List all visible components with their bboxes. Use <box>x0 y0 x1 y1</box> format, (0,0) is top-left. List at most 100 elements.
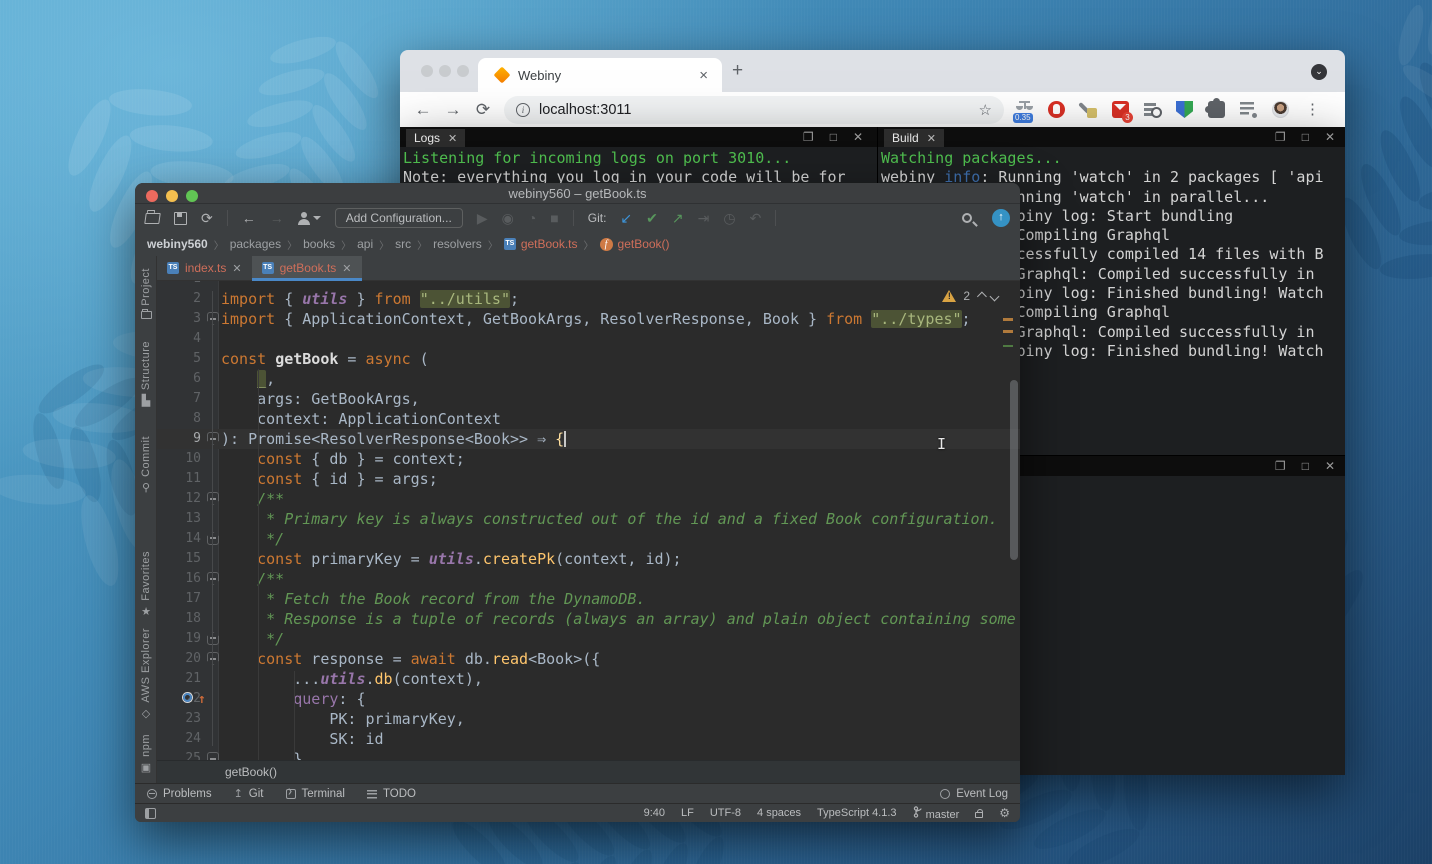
breadcrumb-item-getbook[interactable]: fgetBook() <box>600 237 670 251</box>
colorpicker-icon[interactable] <box>1080 101 1097 118</box>
code-line-7[interactable]: 7 args: GetBookArgs, <box>157 389 1020 409</box>
open-folder-icon[interactable] <box>144 213 161 224</box>
site-info-icon[interactable]: i <box>516 103 530 117</box>
update-available-icon[interactable]: ↑ <box>992 209 1010 227</box>
float-icon[interactable]: ❐ <box>803 130 814 144</box>
toolwindow-button-terminal[interactable]: Terminal <box>286 788 345 800</box>
status-item-4[interactable]: TypeScript 4.1.3 <box>817 807 897 819</box>
editor-scrollbar[interactable] <box>1010 380 1018 560</box>
sync-icon[interactable]: ⟳ <box>201 210 213 226</box>
window-close-button[interactable] <box>421 65 433 77</box>
fold-marker[interactable] <box>207 752 219 760</box>
next-warning-icon[interactable] <box>990 291 1000 301</box>
git-commit-icon[interactable]: ✔ <box>646 210 658 226</box>
git-push-icon[interactable]: ↗ <box>672 210 684 226</box>
warning-stripe-mark[interactable] <box>1003 318 1013 321</box>
logs-tab[interactable]: Logs ✕ <box>406 129 465 147</box>
add-configuration-button[interactable]: Add Configuration... <box>335 208 463 228</box>
chrome-menu-icon[interactable]: ⋮ <box>1304 101 1321 118</box>
override-marker-icon[interactable] <box>183 693 192 702</box>
write-access-lock-icon[interactable] <box>975 812 983 818</box>
close-icon[interactable]: ✕ <box>1325 459 1335 473</box>
fold-marker[interactable] <box>207 492 219 505</box>
float-icon[interactable]: ❐ <box>1275 459 1286 473</box>
inspection-profile-icon[interactable]: ⚙ <box>999 806 1010 820</box>
fold-marker[interactable] <box>207 652 219 665</box>
code-line-21[interactable]: 21 ...utils.db(context), <box>157 669 1020 689</box>
debug-icon[interactable]: ◉ <box>502 210 514 226</box>
status-item-2[interactable]: UTF-8 <box>710 807 741 819</box>
code-line-13[interactable]: 13 * Primary key is always constructed o… <box>157 509 1020 529</box>
close-icon[interactable]: ✕ <box>1325 130 1335 144</box>
sidebar-item-favorites[interactable]: Favorites★ <box>135 551 157 618</box>
maximize-icon[interactable]: □ <box>1302 459 1309 473</box>
code-line-20[interactable]: 20 const response = await db.read<Book>(… <box>157 649 1020 669</box>
warning-stripe-mark[interactable] <box>1003 330 1013 333</box>
ide-minimize-button[interactable] <box>166 190 178 202</box>
window-minimize-button[interactable] <box>439 65 451 77</box>
code-line-15[interactable]: 15 const primaryKey = utils.createPk(con… <box>157 549 1020 569</box>
code-line-25[interactable]: 25 } <box>157 749 1020 760</box>
inspection-widget[interactable]: 2 <box>942 289 998 303</box>
deploy-pane-controls[interactable]: ❐ □ ✕ <box>1275 459 1335 473</box>
toolwindow-button-git[interactable]: ↥Git <box>234 787 264 800</box>
breadcrumb-item-books[interactable]: books <box>303 237 335 251</box>
search-everywhere-icon[interactable] <box>962 213 972 223</box>
code-line-3[interactable]: 3import { ApplicationContext, GetBookArg… <box>157 309 1020 329</box>
breadcrumb-item-resolvers[interactable]: resolvers <box>433 237 482 251</box>
code-line-12[interactable]: 12 /** <box>157 489 1020 509</box>
tool-window-toggle-icon[interactable] <box>145 808 156 819</box>
navigate-forward-icon[interactable]: → <box>270 210 284 226</box>
context-bar[interactable]: getBook() <box>157 760 1020 783</box>
sidebar-item-commit[interactable]: Commit⚲ <box>135 436 157 494</box>
navigate-back-icon[interactable]: ← <box>242 210 256 226</box>
code-line-17[interactable]: 17 * Fetch the Book record from the Dyna… <box>157 589 1020 609</box>
window-zoom-button[interactable] <box>457 65 469 77</box>
gmail-icon[interactable]: 3 <box>1112 101 1129 118</box>
change-stripe-mark[interactable] <box>1003 345 1013 347</box>
code-line-10[interactable]: 10 const { db } = context; <box>157 449 1020 469</box>
build-pane-controls[interactable]: ❐□✕ <box>1275 130 1335 144</box>
seo-tool-icon[interactable] <box>1144 101 1161 118</box>
code-line-14[interactable]: 14 */ <box>157 529 1020 549</box>
extensions-puzzle-icon[interactable] <box>1208 101 1225 118</box>
history-clock-icon[interactable]: ◷ <box>723 210 735 226</box>
bookmark-star-icon[interactable]: ☆ <box>979 101 992 119</box>
profile-avatar[interactable] <box>1272 101 1289 118</box>
code-line-2[interactable]: 2import { utils } from "../utils"; <box>157 289 1020 309</box>
stop-icon[interactable]: ■ <box>550 210 558 226</box>
maximize-icon[interactable]: □ <box>1302 130 1309 144</box>
tab-close-icon[interactable]: ✕ <box>232 262 241 275</box>
code-line-24[interactable]: 24 SK: id <box>157 729 1020 749</box>
fold-marker[interactable] <box>207 572 219 585</box>
build-tab[interactable]: Build ✕ <box>884 129 944 147</box>
status-item-0[interactable]: 9:40 <box>644 807 665 819</box>
ide-titlebar[interactable]: webiny560 – getBook.ts <box>135 183 1020 204</box>
password-shield-icon[interactable] <box>1176 101 1193 118</box>
rollback-icon[interactable]: ↶ <box>750 210 762 226</box>
build-tab-close-icon[interactable]: ✕ <box>927 132 936 145</box>
sidebar-item-npm[interactable]: npm▣ <box>135 734 157 774</box>
browser-tab[interactable]: Webiny × <box>478 58 722 92</box>
code-line-16[interactable]: 16 /** <box>157 569 1020 589</box>
back-icon[interactable]: ← <box>408 100 438 120</box>
status-item-3[interactable]: 4 spaces <box>757 807 801 819</box>
sidebar-item-project[interactable]: Project <box>135 268 157 319</box>
logs-pane-controls[interactable]: ❐□✕ <box>803 130 863 144</box>
breadcrumb-item-api[interactable]: api <box>357 237 373 251</box>
reload-icon[interactable]: ⟳ <box>468 100 498 120</box>
breadcrumb-item-webiny560[interactable]: webiny560 <box>147 237 208 251</box>
code-line-23[interactable]: 23 PK: primaryKey, <box>157 709 1020 729</box>
coverage-icon[interactable]: ◔ <box>528 210 536 226</box>
toolwindow-button-todo[interactable]: TODO <box>367 788 416 800</box>
code-line-5[interactable]: 5const getBook = async ( <box>157 349 1020 369</box>
code-line-11[interactable]: 11 const { id } = args; <box>157 469 1020 489</box>
save-icon[interactable] <box>174 212 187 225</box>
prev-warning-icon[interactable] <box>977 291 987 301</box>
new-tab-button[interactable]: + <box>732 63 743 79</box>
editor-tab-getbookts[interactable]: TSgetBook.ts✕ <box>252 256 362 280</box>
git-branch-widget[interactable]: master <box>913 806 960 821</box>
git-update-icon[interactable]: ↙ <box>620 210 632 226</box>
breadcrumb-item-getbookts[interactable]: TSgetBook.ts <box>504 237 578 251</box>
event-log-button[interactable]: Event Log <box>940 788 1008 800</box>
